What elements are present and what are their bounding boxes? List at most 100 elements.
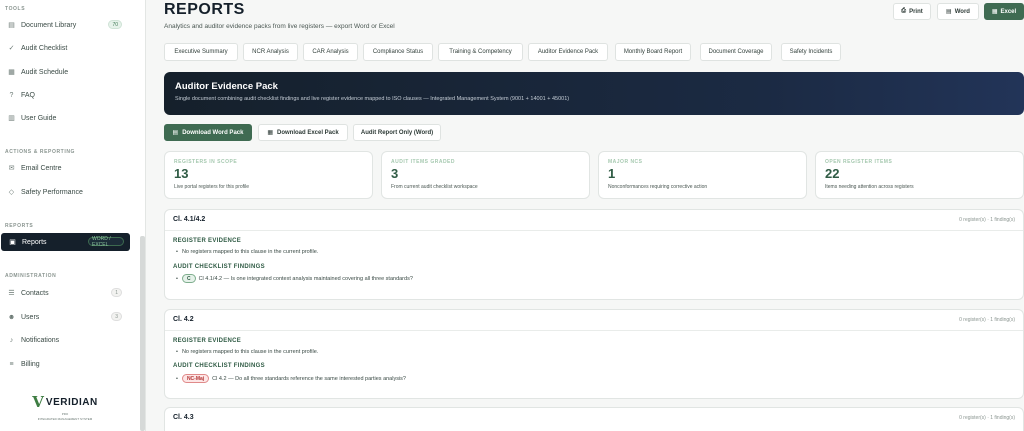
count-badge: 70 — [108, 20, 122, 29]
check-icon: ✓ — [8, 45, 15, 52]
bell-icon: ♪ — [9, 336, 14, 344]
excel-icon: ▦ — [991, 9, 998, 15]
sidebar-item-safety-performance[interactable]: ◇ Safety Performance — [0, 183, 130, 201]
sidebar-item-label: Contacts — [21, 289, 49, 297]
sidebar-item-users[interactable]: ☻ Users 3 — [0, 308, 130, 326]
audit-findings-heading: AUDIT CHECKLIST FINDINGS — [173, 363, 265, 369]
evidence-pack-banner: Auditor Evidence Pack Single document co… — [164, 72, 1024, 115]
stat-label: OPEN REGISTER ITEMS — [825, 159, 893, 165]
stat-value: 22 — [825, 166, 840, 181]
finding-item: • C Cl 4.1/4.2 — Is one integrated conte… — [176, 274, 413, 283]
stat-label: REGISTERS IN SCOPE — [174, 159, 238, 165]
stat-value: 1 — [608, 166, 616, 181]
stat-label: MAJOR NCS — [608, 159, 643, 165]
stat-registers-in-scope: REGISTERS IN SCOPE 13 Live portal regist… — [164, 151, 373, 199]
register-evidence-item: • No registers mapped to this clause in … — [176, 349, 318, 355]
banner-title: Auditor Evidence Pack — [175, 81, 278, 92]
excel-button[interactable]: ▦ Excel — [984, 3, 1024, 20]
nonconformity-badge: NC-Maj — [181, 374, 210, 383]
banner-subtitle: Single document combining audit checklis… — [175, 96, 570, 102]
logo-tagline: INTEGRATED MANAGEMENT SYSTEM — [37, 417, 93, 421]
sidebar: TOOLS ▤ Document Library 70 ✓ Audit Chec… — [0, 0, 146, 431]
clause-meta: 0 register(s) · 1 finding(s) — [959, 415, 1015, 421]
clause-title: Cl. 4.2 — [173, 316, 194, 323]
sidebar-scrollbar[interactable] — [140, 236, 145, 431]
tab-training-competency[interactable]: Training & Competency — [438, 43, 523, 61]
sidebar-item-label: Users — [21, 313, 40, 321]
sidebar-item-audit-schedule[interactable]: ▦ Audit Schedule — [0, 63, 130, 81]
sidebar-item-contacts[interactable]: ☰ Contacts 1 — [0, 284, 130, 302]
logo-mark-icon: V — [32, 393, 44, 411]
billing-icon: ≡ — [9, 360, 14, 368]
sidebar-item-billing[interactable]: ≡ Billing — [0, 355, 130, 373]
book-icon: ▥ — [8, 115, 15, 122]
users-icon: ☻ — [7, 313, 16, 321]
section-reports: REPORTS — [5, 223, 34, 229]
clause-meta: 0 register(s) · 1 finding(s) — [959, 317, 1015, 323]
download-excel-pack-button[interactable]: ▦ Download Excel Pack — [258, 124, 348, 141]
clause-card-4-3: Cl. 4.3 0 register(s) · 1 finding(s) — [164, 407, 1024, 431]
finding-text: Cl 4.2 — Do all three standards referenc… — [212, 375, 406, 382]
stat-description: Live portal registers for this profile — [174, 184, 250, 190]
tab-ncr-analysis[interactable]: NCR Analysis — [243, 43, 298, 61]
sidebar-item-label: User Guide — [21, 114, 57, 122]
word-label: Word — [954, 8, 970, 15]
card-header[interactable]: Cl. 4.3 0 register(s) · 1 finding(s) — [165, 408, 1023, 429]
sidebar-item-label: Notifications — [21, 336, 60, 344]
clause-title: Cl. 4.3 — [173, 414, 194, 421]
clause-title: Cl. 4.1/4.2 — [173, 216, 206, 223]
section-tools: TOOLS — [5, 6, 26, 12]
sidebar-item-label: Audit Schedule — [21, 68, 69, 76]
sidebar-item-label: Billing — [21, 360, 40, 368]
page-subtitle: Analytics and auditor evidence packs fro… — [164, 23, 395, 30]
stat-open-register-items: OPEN REGISTER ITEMS 22 Items needing att… — [815, 151, 1024, 199]
clause-meta: 0 register(s) · 1 finding(s) — [959, 217, 1015, 223]
sidebar-item-label: Email Centre — [21, 164, 62, 172]
sidebar-item-email-centre[interactable]: ✉ Email Centre — [0, 159, 130, 177]
sidebar-item-document-library[interactable]: ▤ Document Library 70 — [0, 16, 130, 34]
count-badge: 3 — [111, 312, 122, 321]
tab-executive-summary[interactable]: Executive Summary — [164, 43, 238, 61]
card-header[interactable]: Cl. 4.1/4.2 0 register(s) · 1 finding(s) — [165, 210, 1023, 231]
print-label: Print — [909, 8, 923, 15]
tab-car-analysis[interactable]: CAR Analysis — [303, 43, 358, 61]
section-administration: ADMINISTRATION — [5, 273, 57, 279]
section-actions: ACTIONS & REPORTING — [5, 149, 76, 155]
print-button[interactable]: ⎙ Print — [893, 3, 931, 20]
stat-description: Items needing attention across registers — [825, 184, 914, 190]
sidebar-item-user-guide[interactable]: ▥ User Guide — [0, 109, 130, 127]
clause-card-4-1-4-2: Cl. 4.1/4.2 0 register(s) · 1 finding(s)… — [164, 209, 1024, 300]
bullet-icon: • — [176, 375, 178, 382]
count-badge: 1 — [111, 288, 122, 297]
tab-monthly-board-report[interactable]: Monthly Board Report — [615, 43, 691, 61]
stat-description: From current audit checklist workspace — [391, 184, 478, 190]
register-evidence-item: • No registers mapped to this clause in … — [176, 249, 318, 255]
finding-item: • NC-Maj Cl 4.2 — Do all three standards… — [176, 374, 406, 383]
sidebar-item-faq[interactable]: ? FAQ — [0, 86, 130, 104]
tab-auditor-evidence-pack[interactable]: Auditor Evidence Pack — [528, 43, 608, 61]
word-pack-label: Download Word Pack — [182, 129, 244, 136]
format-badge: WORD / EXCEL — [88, 236, 124, 248]
stat-label: AUDIT ITEMS GRADED — [391, 159, 455, 165]
audit-report-only-button[interactable]: Audit Report Only (Word) — [353, 124, 441, 141]
folder-icon: ▤ — [8, 22, 15, 29]
word-button[interactable]: ▤ Word — [937, 3, 979, 20]
register-evidence-text: No registers mapped to this clause in th… — [181, 249, 319, 255]
tab-safety-incidents[interactable]: Safety Incidents — [781, 43, 841, 61]
sidebar-item-reports[interactable]: ▣ Reports WORD / EXCEL — [1, 233, 130, 251]
contacts-icon: ☰ — [8, 290, 15, 297]
download-word-pack-button[interactable]: ▤ Download Word Pack — [164, 124, 252, 141]
sidebar-item-notifications[interactable]: ♪ Notifications — [0, 331, 130, 349]
tab-document-coverage[interactable]: Document Coverage — [700, 43, 772, 61]
stat-major-ncs: MAJOR NCS 1 Nonconformances requiring co… — [598, 151, 807, 199]
logo-name: VERIDIAN — [45, 396, 98, 408]
stat-audit-items-graded: AUDIT ITEMS GRADED 3 From current audit … — [381, 151, 590, 199]
sidebar-item-audit-checklist[interactable]: ✓ Audit Checklist — [0, 39, 130, 57]
bullet-icon: • — [176, 275, 178, 282]
word-icon: ▤ — [946, 9, 952, 15]
spreadsheet-icon: ▦ — [267, 130, 273, 136]
card-header[interactable]: Cl. 4.2 0 register(s) · 1 finding(s) — [165, 310, 1023, 331]
tab-compliance-status[interactable]: Compliance Status — [363, 43, 433, 61]
logo-sub: PRO — [61, 412, 69, 416]
bullet-icon: • — [176, 249, 178, 255]
